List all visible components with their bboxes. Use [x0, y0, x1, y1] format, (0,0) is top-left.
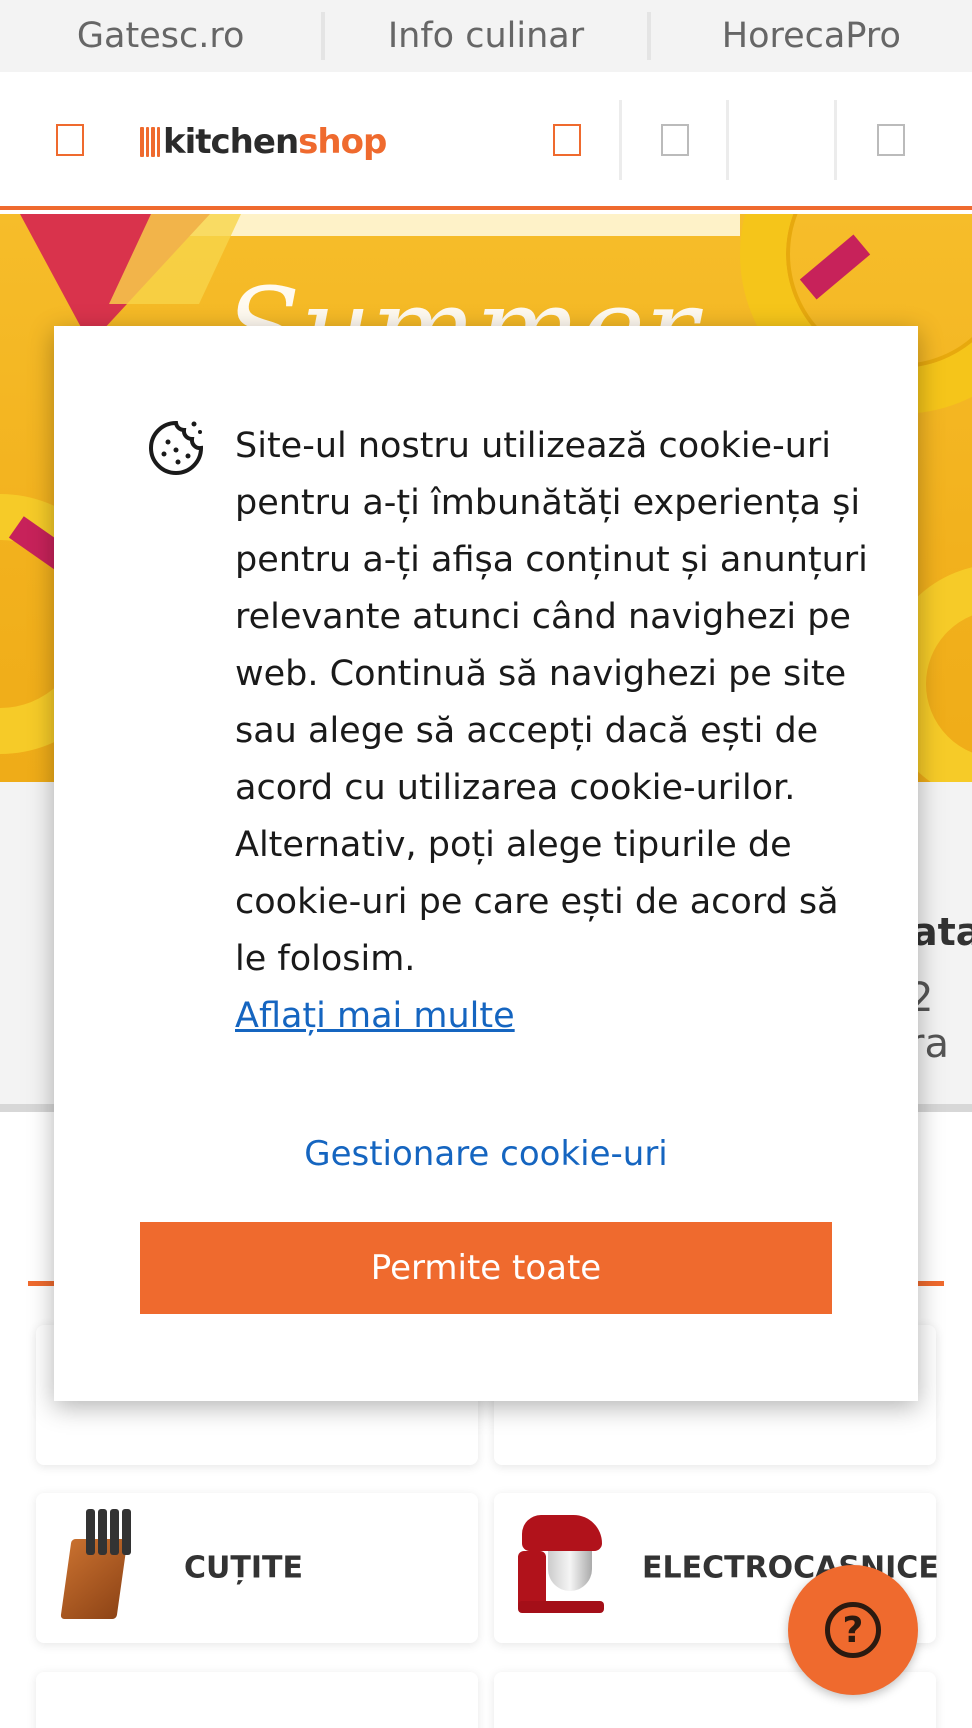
cookie-message-text: Site-ul nostru utilizează cookie-uri pen… — [235, 426, 868, 979]
question-icon: ? — [825, 1602, 881, 1658]
cookie-icon — [149, 420, 204, 475]
cookie-message: Site-ul nostru utilizează cookie-uri pen… — [235, 418, 875, 1045]
accept-all-button[interactable]: Permite toate — [140, 1222, 832, 1314]
manage-cookies-link[interactable]: Gestionare cookie-uri — [54, 1134, 918, 1174]
help-button[interactable]: ? — [788, 1565, 918, 1695]
cookie-consent-dialog: Site-ul nostru utilizează cookie-uri pen… — [54, 326, 918, 1401]
learn-more-link[interactable]: Aflați mai multe — [235, 988, 515, 1045]
